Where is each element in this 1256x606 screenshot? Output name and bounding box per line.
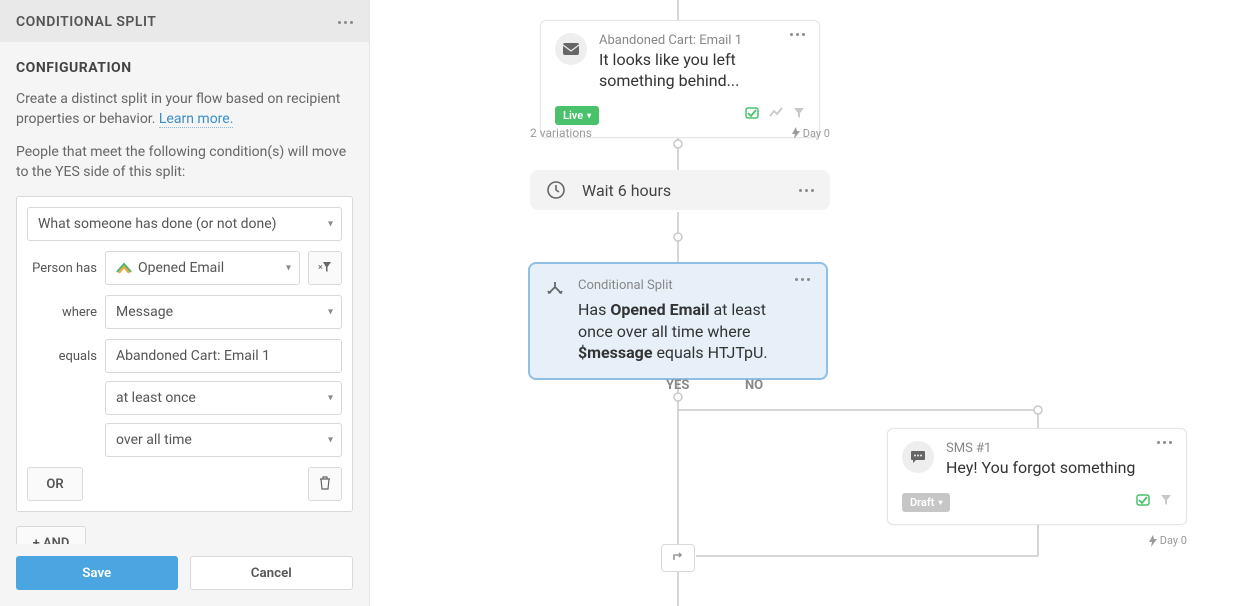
email-node-meta: 2 variations Day 0 (530, 126, 830, 140)
conditional-node-description: Has Opened Email at least once over all … (578, 299, 783, 364)
email-icon (555, 33, 587, 65)
sms-node-body: Hey! You forgot something (946, 458, 1145, 479)
ab-test-icon[interactable] (1136, 494, 1150, 510)
flow-canvas[interactable]: Abandoned Cart: Email 1 It looks like yo… (370, 0, 1256, 606)
email-node-title: Abandoned Cart: Email 1 (599, 33, 778, 48)
caret-down-icon: ▾ (328, 393, 333, 404)
equals-row: equals Abandoned Cart: Email 1 (27, 339, 342, 373)
sidebar-header: CONDITIONAL SPLIT (0, 0, 369, 42)
filter-x-icon: × (318, 261, 332, 276)
merge-node[interactable] (661, 544, 695, 572)
timerange-row: over all time ▾ (27, 423, 342, 457)
or-button[interactable]: OR (27, 467, 83, 501)
clock-icon (546, 180, 566, 200)
branch-no-label: NO (745, 378, 763, 393)
sms-node-card[interactable]: SMS #1 Hey! You forgot something Draft▾ (887, 428, 1187, 525)
configuration-description: Create a distinct split in your flow bas… (16, 90, 353, 129)
caret-down-icon: ▾ (328, 219, 333, 230)
smart-send-day: Day 0 (1149, 534, 1187, 547)
email-node-card[interactable]: Abandoned Cart: Email 1 It looks like yo… (540, 20, 820, 138)
save-button[interactable]: Save (16, 556, 178, 590)
caret-down-icon: ▾ (328, 307, 333, 318)
ab-test-icon[interactable] (745, 107, 759, 123)
caret-down-icon: ▾ (286, 263, 291, 274)
event-select[interactable]: Opened Email ▾ (105, 251, 300, 285)
filter-icon[interactable] (1160, 494, 1172, 510)
branch-yes-label: YES (666, 378, 689, 393)
filter-clear-button[interactable]: × (308, 251, 342, 285)
cancel-button[interactable]: Cancel (190, 556, 354, 590)
conditional-node-title: Conditional Split (578, 278, 783, 293)
email-node-more-icon[interactable] (790, 33, 805, 36)
caret-down-icon: ▾ (587, 111, 591, 120)
condition-card: What someone has done (or not done) ▾ Pe… (16, 196, 353, 512)
where-label: where (27, 305, 97, 320)
frequency-select[interactable]: at least once ▾ (105, 381, 342, 415)
conditional-node-more-icon[interactable] (795, 278, 810, 281)
klaviyo-icon (116, 262, 132, 274)
email-node-header: Abandoned Cart: Email 1 It looks like yo… (541, 21, 819, 100)
smart-send-day: Day 0 (792, 126, 830, 140)
analytics-icon[interactable] (769, 107, 783, 123)
person-has-row: Person has Opened Email ▾ × (27, 251, 342, 285)
person-has-label: Person has (27, 261, 97, 276)
wait-node-card[interactable]: Wait 6 hours (530, 170, 830, 210)
timerange-select[interactable]: over all time ▾ (105, 423, 342, 457)
sms-node-more-icon[interactable] (1157, 441, 1172, 444)
sidebar-more-icon[interactable] (338, 21, 353, 24)
delete-condition-button[interactable] (308, 467, 342, 501)
filter-icon[interactable] (793, 107, 805, 123)
config-sidebar: CONDITIONAL SPLIT CONFIGURATION Create a… (0, 0, 370, 606)
equals-label: equals (27, 349, 97, 364)
wait-node-label: Wait 6 hours (582, 181, 783, 200)
caret-down-icon: ▾ (328, 435, 333, 446)
sms-node-meta: Day 0 (887, 534, 1187, 547)
atleast-row: at least once ▾ (27, 381, 342, 415)
conditional-split-node[interactable]: Conditional Split Has Opened Email at le… (528, 262, 828, 380)
caret-down-icon: ▾ (938, 498, 942, 507)
equals-value-input[interactable]: Abandoned Cart: Email 1 (105, 339, 342, 373)
condition-type-select[interactable]: What someone has done (or not done) ▾ (27, 207, 342, 241)
where-row: where Message ▾ (27, 295, 342, 329)
split-icon (546, 280, 566, 302)
condition-actions: OR (27, 467, 342, 501)
trash-icon (319, 476, 331, 493)
sidebar-body: CONFIGURATION Create a distinct split in… (0, 42, 369, 544)
condition-intro: People that meet the following condition… (16, 143, 353, 182)
learn-more-link[interactable]: Learn more. (159, 111, 234, 128)
sms-icon (902, 441, 934, 473)
status-draft-pill[interactable]: Draft▾ (902, 493, 950, 512)
where-field-select[interactable]: Message ▾ (105, 295, 342, 329)
email-node-subject: It looks like you left something behind.… (599, 50, 778, 92)
sidebar-footer: Save Cancel (0, 544, 369, 606)
sms-node-title: SMS #1 (946, 441, 1145, 456)
variations-label: 2 variations (530, 126, 592, 140)
wait-node-more-icon[interactable] (799, 189, 814, 192)
sidebar-title: CONDITIONAL SPLIT (16, 14, 156, 30)
status-live-pill[interactable]: Live▾ (555, 106, 599, 125)
merge-icon (671, 549, 685, 567)
and-button[interactable]: + AND (16, 526, 86, 544)
svg-text:×: × (318, 263, 323, 273)
configuration-heading: CONFIGURATION (16, 60, 353, 76)
